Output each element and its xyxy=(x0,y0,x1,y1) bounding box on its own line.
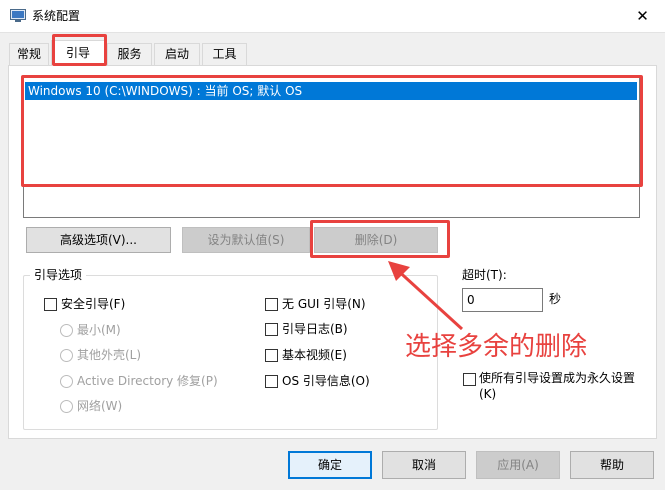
boot-log-checkbox[interactable] xyxy=(265,323,278,336)
timeout-unit: 秒 xyxy=(549,292,562,306)
make-permanent-label: 使所有引导设置成为永久设置 xyxy=(479,371,636,385)
timeout-input[interactable]: 0 xyxy=(462,288,543,312)
no-gui-boot-label: 无 GUI 引导(N) xyxy=(282,297,366,311)
help-button[interactable]: 帮助 xyxy=(570,451,654,479)
tab-tools[interactable]: 工具 xyxy=(202,43,247,65)
os-boot-info-label: OS 引导信息(O) xyxy=(282,374,370,388)
ad-repair-radio[interactable] xyxy=(60,375,73,388)
cancel-button[interactable]: 取消 xyxy=(382,451,466,479)
delete-button-highlight xyxy=(310,220,450,258)
boot-tab-highlight xyxy=(52,34,107,66)
make-permanent-label-key: (K) xyxy=(479,387,497,401)
alternate-shell-label: 其他外壳(L) xyxy=(77,348,142,362)
no-gui-boot-checkbox[interactable] xyxy=(265,298,278,311)
minimal-radio[interactable] xyxy=(60,324,73,337)
safe-boot-label: 安全引导(F) xyxy=(61,297,126,311)
tab-general[interactable]: 常规 xyxy=(9,43,49,65)
ok-button[interactable]: 确定 xyxy=(288,451,372,479)
system-config-icon xyxy=(10,9,26,22)
make-permanent-checkbox[interactable] xyxy=(463,373,476,386)
annotation-arrow-icon xyxy=(388,261,464,331)
network-radio[interactable] xyxy=(60,400,73,413)
set-default-button[interactable]: 设为默认值(S) xyxy=(182,227,310,253)
ad-repair-label: Active Directory 修复(P) xyxy=(77,374,218,388)
close-icon[interactable]: ✕ xyxy=(620,0,665,32)
os-list-highlight xyxy=(21,75,643,187)
safe-boot-checkbox[interactable] xyxy=(44,298,57,311)
alternate-shell-radio[interactable] xyxy=(60,349,73,362)
os-boot-info-checkbox[interactable] xyxy=(265,375,278,388)
title-bar xyxy=(0,0,665,32)
base-video-checkbox[interactable] xyxy=(265,349,278,362)
apply-button[interactable]: 应用(A) xyxy=(476,451,560,479)
network-label: 网络(W) xyxy=(77,399,123,413)
tab-startup[interactable]: 启动 xyxy=(154,43,200,65)
minimal-label: 最小(M) xyxy=(77,323,121,337)
tab-services[interactable]: 服务 xyxy=(107,43,152,65)
window-title: 系统配置 xyxy=(32,9,81,23)
boot-log-label: 引导日志(B) xyxy=(282,322,348,336)
annotation-text: 选择多余的删除 xyxy=(405,332,588,362)
advanced-options-button[interactable]: 高级选项(V)... xyxy=(26,227,171,253)
base-video-label: 基本视频(E) xyxy=(282,348,347,362)
boot-options-label: 引导选项 xyxy=(30,267,87,283)
